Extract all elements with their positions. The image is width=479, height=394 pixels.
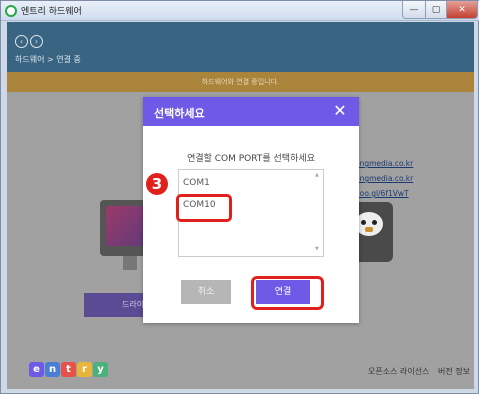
cancel-button[interactable]: 취소 <box>181 280 231 304</box>
close-icon[interactable]: ✕ <box>331 102 349 120</box>
status-text: 하드웨어와 연결 중입니다. <box>201 78 280 86</box>
robot-beak <box>365 227 373 232</box>
title-bar: 엔트리 하드웨어 — ▢ ✕ <box>1 1 479 21</box>
logo-letter-r: r <box>77 362 92 377</box>
scroll-up-icon[interactable]: ▲ <box>315 172 319 178</box>
open-source-license-link[interactable]: 오픈소스 라이선스 <box>368 366 429 377</box>
status-bar: 하드웨어와 연결 중입니다. <box>7 72 474 92</box>
highlight-com10 <box>176 194 232 222</box>
step-number-badge: 3 <box>146 173 168 195</box>
logo-letter-t: t <box>61 362 76 377</box>
driver-install-button[interactable]: 드라이 <box>84 293 152 317</box>
logo-letter-n: n <box>45 362 60 377</box>
scroll-down-icon[interactable]: ▼ <box>315 246 319 252</box>
monitor-stand <box>123 256 137 270</box>
highlight-connect-button <box>251 276 324 310</box>
hardware-links: ongmedia.co.kr ongmedia.co.kr goo.gl/6f1… <box>355 156 413 201</box>
forward-icon[interactable]: › <box>30 35 43 48</box>
entry-logo: e n t r y <box>29 362 108 377</box>
dialog-prompt: 연결할 COM PORT를 선택하세요 <box>187 154 315 164</box>
robot-face <box>355 212 383 236</box>
back-icon[interactable]: ‹ <box>15 35 28 48</box>
robot-eye-right <box>372 220 377 225</box>
link-1[interactable]: ongmedia.co.kr <box>355 156 413 171</box>
logo-letter-y: y <box>93 362 108 377</box>
app-window: 엔트리 하드웨어 — ▢ ✕ ‹ › 하드웨어 > 연결 중 하드웨어와 연결 … <box>0 0 479 394</box>
robot-eye-left <box>361 220 366 225</box>
link-2[interactable]: ongmedia.co.kr <box>355 171 413 186</box>
window-title: 엔트리 하드웨어 <box>21 7 82 17</box>
close-window-button[interactable]: ✕ <box>446 1 478 19</box>
maximize-button[interactable]: ▢ <box>425 1 447 19</box>
version-info-link[interactable]: 버전 정보 <box>438 366 470 377</box>
breadcrumb: 하드웨어 > 연결 중 <box>15 55 81 64</box>
port-option-com1[interactable]: COM1 <box>183 178 210 188</box>
top-bar: ‹ › 하드웨어 > 연결 중 <box>7 22 474 72</box>
dialog-title: 선택하세요 <box>154 107 205 120</box>
app-icon <box>5 5 17 17</box>
logo-letter-e: e <box>29 362 44 377</box>
minimize-button[interactable]: — <box>402 1 426 19</box>
dialog-header: 선택하세요 ✕ <box>143 97 359 126</box>
link-3[interactable]: goo.gl/6f1VwT <box>355 186 413 201</box>
